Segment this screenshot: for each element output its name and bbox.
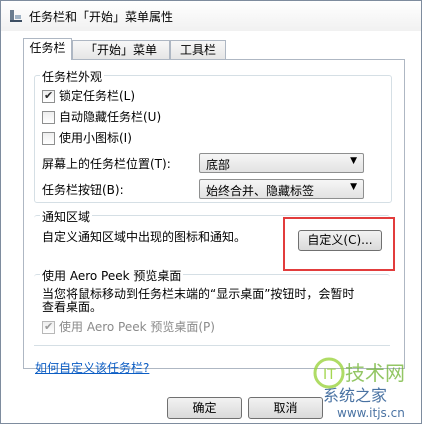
help-link[interactable]: 如何自定义该任务栏?	[35, 359, 149, 376]
autohide-label: 自动隐藏任务栏(U)	[59, 110, 162, 124]
lock-taskbar-label: 锁定任务栏(L)	[59, 89, 136, 103]
svg-text:IT: IT	[323, 367, 336, 383]
tab-toolbars[interactable]: 工具栏	[170, 40, 226, 59]
location-value: 底部	[206, 158, 231, 172]
aero-peek-label: 使用 Aero Peek 预览桌面(P)	[59, 320, 215, 334]
ok-button[interactable]: 确定	[167, 397, 242, 419]
appearance-group-title: 任务栏外观	[40, 68, 105, 85]
tab-taskbar[interactable]: 任务栏	[23, 38, 72, 60]
watermark-logo: IT 技术网 系统之家 www.itjs.cn	[301, 353, 421, 423]
properties-window: 任务栏和「开始」菜单属性 任务栏 「开始」菜单 工具栏 任务栏外观 ✔ 锁定任务…	[0, 0, 422, 424]
checkmark-icon: ✔	[44, 320, 54, 333]
notification-group-title: 通知区域	[40, 208, 93, 225]
tab-start-menu[interactable]: 「开始」菜单	[72, 40, 170, 59]
watermark-text-1: 技术网	[345, 361, 405, 385]
dropdown-arrow-icon: ▼	[350, 156, 357, 166]
buttons-label: 任务栏按钮(B):	[42, 183, 124, 197]
dropdown-arrow-icon: ▼	[350, 182, 357, 192]
aero-peek-box[interactable]: ✔	[42, 320, 55, 334]
autohide-box[interactable]	[42, 111, 55, 124]
taskbar-buttons-select[interactable]: 始终合并、隐藏标签 ▼	[199, 179, 364, 199]
window-title: 任务栏和「开始」菜单属性	[29, 10, 174, 24]
watermark-graphic: IT 技术网 系统之家 www.itjs.cn	[313, 357, 405, 420]
notification-description: 自定义通知区域中出现的图标和通知。	[42, 230, 247, 244]
divider	[34, 345, 390, 346]
watermark-text-3: www.itjs.cn	[337, 406, 405, 420]
peek-description-line2: 查看桌面。	[42, 300, 103, 314]
checkmark-icon: ✔	[44, 89, 54, 102]
small-icons-box[interactable]	[42, 132, 55, 145]
small-icons-label: 使用小图标(I)	[59, 131, 132, 145]
watermark-text-2: 系统之家	[323, 386, 387, 405]
peek-group-title: 使用 Aero Peek 预览桌面	[40, 267, 184, 284]
tab-panel: 任务栏外观 ✔ 锁定任务栏(L) 自动隐藏任务栏(U) 使用小图标(I) 屏幕上…	[23, 59, 405, 369]
location-select[interactable]: 底部 ▼	[199, 153, 364, 173]
highlight-box	[283, 217, 395, 271]
taskbar-app-icon	[10, 10, 22, 22]
lock-taskbar-box[interactable]: ✔	[42, 89, 55, 103]
location-label: 屏幕上的任务栏位置(T):	[42, 157, 171, 171]
taskbar-buttons-value: 始终合并、隐藏标签	[206, 184, 315, 198]
title-bar: 任务栏和「开始」菜单属性	[1, 1, 421, 31]
